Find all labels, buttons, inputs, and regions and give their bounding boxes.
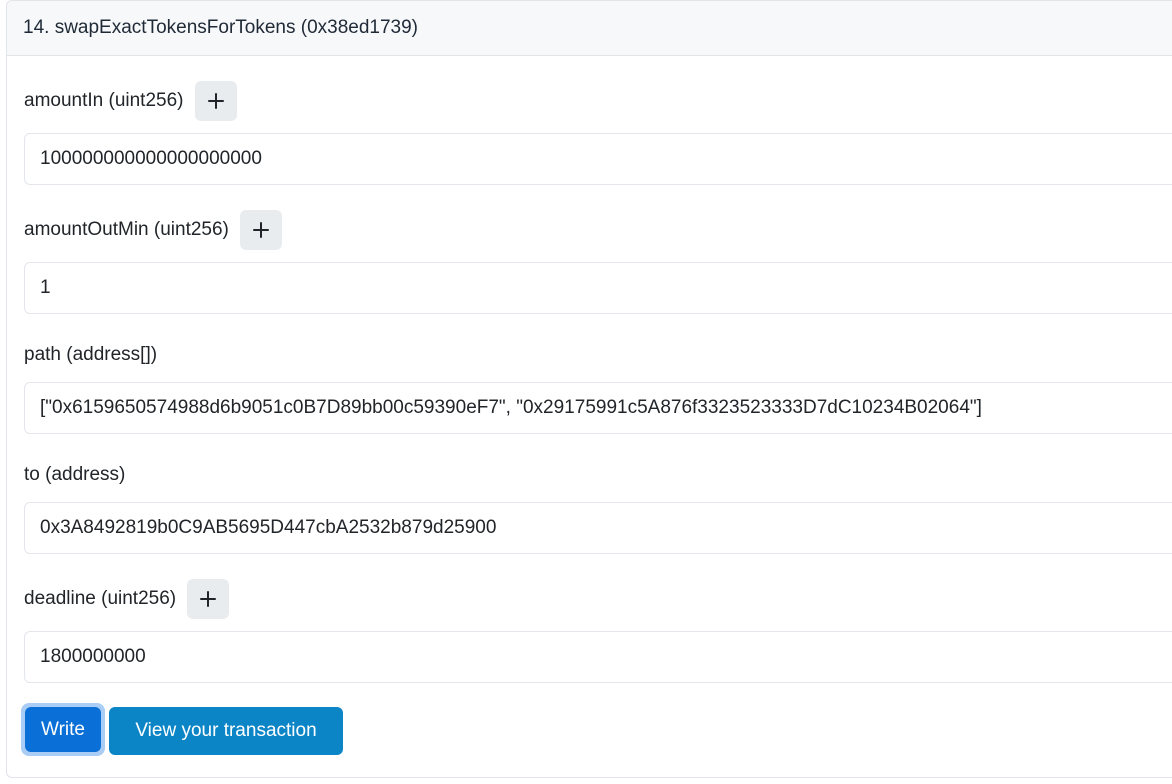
add-deadline-button[interactable]: [187, 579, 230, 619]
amountoutmin-input[interactable]: 1: [24, 262, 1172, 314]
amountin-input[interactable]: 100000000000000000000: [24, 133, 1172, 185]
field-deadline-label-row: deadline (uint256): [24, 579, 230, 619]
input-value: 0x3A8492819b0C9AB5695D447cbA2532b879d259…: [40, 517, 497, 538]
plus-icon: [207, 93, 224, 109]
path-input[interactable]: ["0x6159650574988d6b9051c0B7D89bb00c5939…: [24, 382, 1172, 434]
add-amountin-button[interactable]: [194, 81, 237, 121]
field-to-label-row: to (address): [24, 461, 125, 489]
field-path-label-row: path (address[]): [24, 341, 157, 369]
field-amountin-label-row: amountIn (uint256): [24, 81, 237, 121]
field-label: amountOutMin (uint256): [24, 219, 229, 240]
view-transaction-button[interactable]: View your transaction: [109, 707, 343, 755]
to-input[interactable]: 0x3A8492819b0C9AB5695D447cbA2532b879d259…: [24, 502, 1172, 554]
plus-icon: [200, 591, 217, 607]
deadline-input[interactable]: 1800000000: [24, 631, 1172, 683]
input-value: ["0x6159650574988d6b9051c0B7D89bb00c5939…: [40, 397, 982, 418]
input-value: 1800000000: [40, 646, 146, 667]
input-value: 100000000000000000000: [40, 148, 262, 169]
write-button-focus-ring: Write: [21, 703, 105, 756]
plus-icon: [252, 222, 269, 238]
function-title: 14. swapExactTokensForTokens (0x38ed1739…: [23, 17, 419, 38]
field-label: amountIn (uint256): [24, 90, 184, 111]
input-value: 1: [40, 277, 51, 298]
field-label: deadline (uint256): [24, 588, 177, 609]
function-header[interactable]: 14. swapExactTokensForTokens (0x38ed1739…: [7, 1, 1172, 56]
add-amountoutmin-button[interactable]: [239, 210, 282, 250]
field-label: path (address[]): [24, 344, 158, 365]
write-button[interactable]: Write: [25, 707, 101, 752]
field-label: to (address): [24, 464, 126, 485]
field-amountoutmin-label-row: amountOutMin (uint256): [24, 210, 282, 250]
